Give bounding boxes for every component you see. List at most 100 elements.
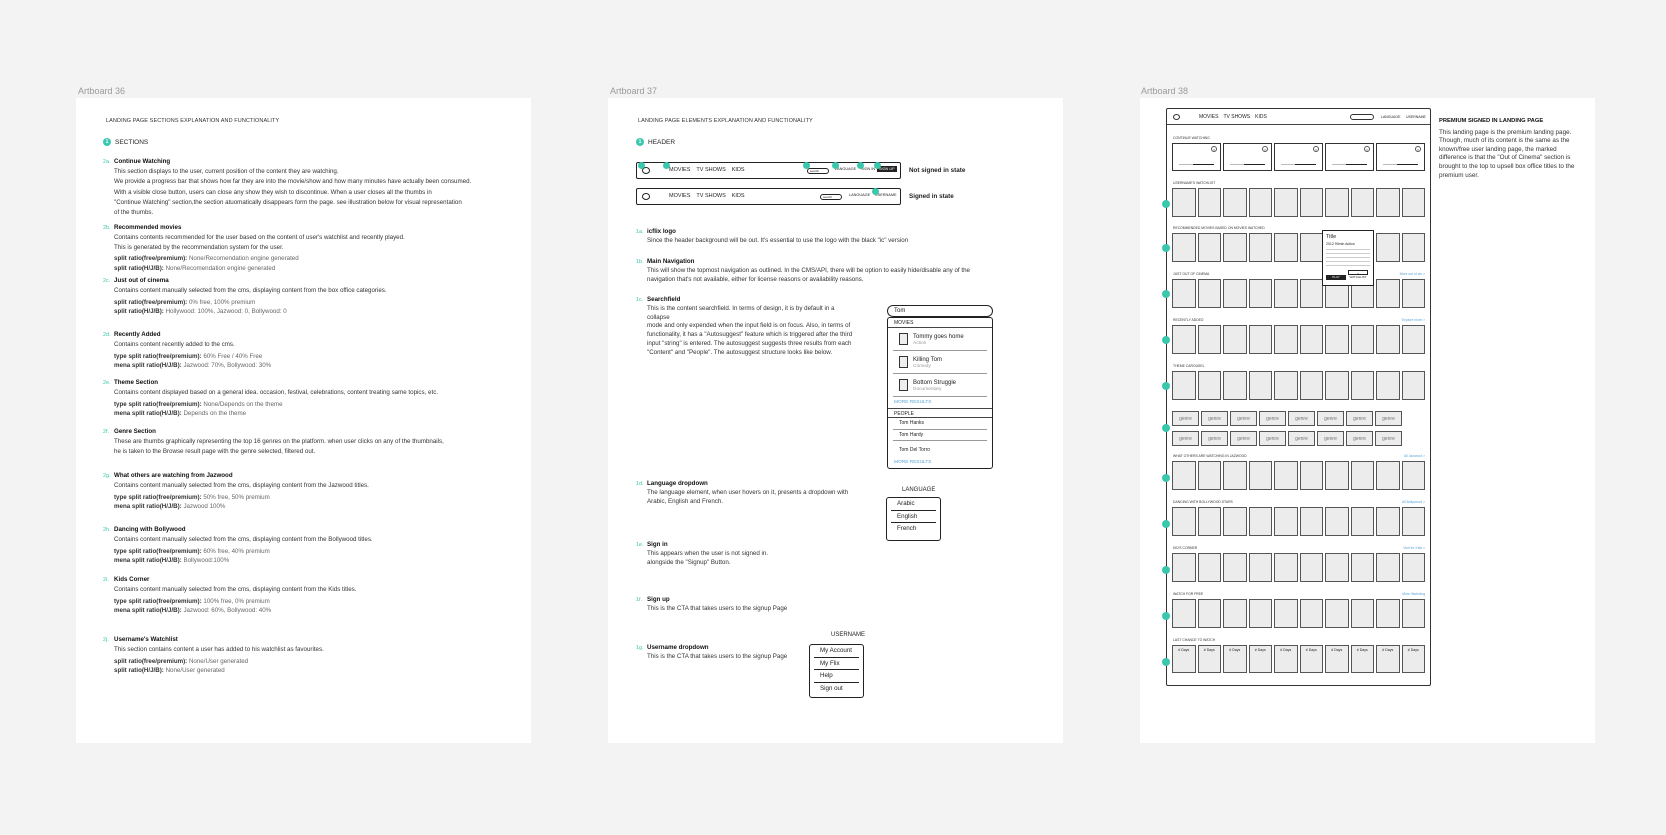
content-tile[interactable]: [1299, 233, 1323, 262]
content-tile[interactable]: [1299, 188, 1323, 217]
content-tile[interactable]: [1401, 325, 1425, 354]
content-tile[interactable]: [1248, 371, 1272, 400]
content-tile[interactable]: [1197, 553, 1221, 582]
more-results-link[interactable]: MORE RESULTS: [888, 397, 992, 408]
last-chance-tile[interactable]: # Days: [1299, 645, 1323, 673]
content-tile[interactable]: [1172, 461, 1196, 490]
content-tile[interactable]: [1299, 371, 1323, 400]
search-input[interactable]: search: [820, 193, 842, 200]
content-tile[interactable]: [1299, 325, 1323, 354]
suggest-person-item[interactable]: Tom Hanks: [893, 418, 987, 430]
content-tile[interactable]: [1299, 507, 1323, 536]
genre-tile[interactable]: genre: [1230, 411, 1257, 426]
content-tile[interactable]: [1376, 507, 1400, 536]
content-tile[interactable]: [1248, 233, 1272, 262]
watchlist-button[interactable]: + WATCHLIST: [1348, 270, 1368, 279]
content-tile[interactable]: [1197, 371, 1221, 400]
last-chance-tile[interactable]: # Days: [1274, 645, 1298, 673]
content-tile[interactable]: [1274, 233, 1298, 262]
content-tile[interactable]: [1376, 233, 1400, 262]
username-option[interactable]: Sign out: [814, 683, 859, 696]
content-tile[interactable]: [1376, 461, 1400, 490]
content-tile[interactable]: [1325, 553, 1349, 582]
content-tile[interactable]: [1401, 507, 1425, 536]
content-tile[interactable]: [1223, 553, 1247, 582]
content-tile[interactable]: [1401, 371, 1425, 400]
content-tile[interactable]: [1172, 188, 1196, 217]
content-tile[interactable]: [1274, 279, 1298, 308]
content-tile[interactable]: [1299, 599, 1323, 628]
nav-link-tv-shows[interactable]: TV SHOWS: [696, 167, 725, 173]
content-tile[interactable]: [1299, 279, 1323, 308]
language-dropdown-title[interactable]: LANGUAGE: [902, 487, 935, 493]
continue-watching-thumb[interactable]: ×: [1172, 143, 1221, 171]
content-tile[interactable]: [1376, 599, 1400, 628]
content-tile[interactable]: [1248, 325, 1272, 354]
content-tile[interactable]: [1350, 188, 1374, 217]
nav-link-tv-shows[interactable]: TV SHOWS: [696, 193, 725, 199]
nav-language[interactable]: LANGUAGE: [1381, 115, 1400, 119]
see-more-link[interactable]: Visit for Kids >: [1403, 546, 1425, 550]
continue-watching-thumb[interactable]: ×: [1325, 143, 1374, 171]
genre-tile[interactable]: genre: [1201, 431, 1228, 446]
content-tile[interactable]: [1274, 553, 1298, 582]
content-tile[interactable]: [1172, 325, 1196, 354]
close-icon[interactable]: ×: [1313, 146, 1319, 152]
content-tile[interactable]: [1325, 188, 1349, 217]
content-tile[interactable]: [1197, 325, 1221, 354]
content-tile[interactable]: [1197, 279, 1221, 308]
content-tile[interactable]: [1274, 325, 1298, 354]
content-tile[interactable]: [1197, 461, 1221, 490]
genre-tile[interactable]: genre: [1346, 431, 1373, 446]
more-results-link[interactable]: MORE RESULTS: [888, 457, 992, 468]
content-tile[interactable]: [1376, 553, 1400, 582]
content-tile[interactable]: [1325, 599, 1349, 628]
search-input[interactable]: Tom: [887, 305, 993, 317]
last-chance-tile[interactable]: # Days: [1172, 645, 1196, 673]
nav-link-movies[interactable]: MOVIES: [1199, 114, 1218, 120]
content-tile[interactable]: [1223, 461, 1247, 490]
content-tile[interactable]: [1248, 461, 1272, 490]
genre-tile[interactable]: genre: [1172, 431, 1199, 446]
content-tile[interactable]: [1223, 188, 1247, 217]
content-tile[interactable]: [1350, 371, 1374, 400]
language-option[interactable]: English: [891, 511, 936, 523]
last-chance-tile[interactable]: # Days: [1376, 645, 1400, 673]
continue-watching-thumb[interactable]: ×: [1376, 143, 1425, 171]
see-more-link[interactable]: All Jazwood >: [1404, 454, 1425, 458]
content-tile[interactable]: [1223, 599, 1247, 628]
genre-tile[interactable]: genre: [1288, 431, 1315, 446]
language-option[interactable]: French: [891, 523, 936, 536]
genre-tile[interactable]: genre: [1259, 411, 1286, 426]
content-tile[interactable]: [1299, 553, 1323, 582]
content-tile[interactable]: [1197, 233, 1221, 262]
content-tile[interactable]: [1172, 507, 1196, 536]
content-tile[interactable]: [1401, 461, 1425, 490]
content-tile[interactable]: [1350, 553, 1374, 582]
content-tile[interactable]: [1376, 188, 1400, 217]
see-more-link[interactable]: More out of cin >: [1400, 272, 1425, 276]
content-tile[interactable]: [1197, 599, 1221, 628]
username-option[interactable]: My Account: [814, 645, 859, 658]
see-more-link[interactable]: Explore more >: [1402, 318, 1425, 322]
nav-username[interactable]: USERNAME: [1406, 115, 1426, 119]
search-input[interactable]: [1350, 114, 1374, 120]
content-tile[interactable]: [1274, 599, 1298, 628]
content-tile[interactable]: [1401, 599, 1425, 628]
artboard-37[interactable]: LANDING PAGE ELEMENTS EXPLANATION AND FU…: [608, 98, 1063, 743]
genre-tile[interactable]: genre: [1346, 411, 1373, 426]
last-chance-tile[interactable]: # Days: [1248, 645, 1272, 673]
content-tile[interactable]: [1350, 599, 1374, 628]
content-tile[interactable]: [1223, 507, 1247, 536]
content-tile[interactable]: [1248, 188, 1272, 217]
close-icon[interactable]: ×: [1211, 146, 1217, 152]
content-tile[interactable]: [1274, 507, 1298, 536]
content-tile[interactable]: [1325, 325, 1349, 354]
nav-link-kids[interactable]: KIDS: [1255, 114, 1267, 120]
last-chance-tile[interactable]: # Days: [1350, 645, 1374, 673]
content-tile[interactable]: [1299, 461, 1323, 490]
content-tile[interactable]: [1401, 233, 1425, 262]
nav-link-kids[interactable]: KIDS: [732, 167, 745, 173]
content-tile[interactable]: [1172, 599, 1196, 628]
content-tile[interactable]: [1172, 279, 1196, 308]
